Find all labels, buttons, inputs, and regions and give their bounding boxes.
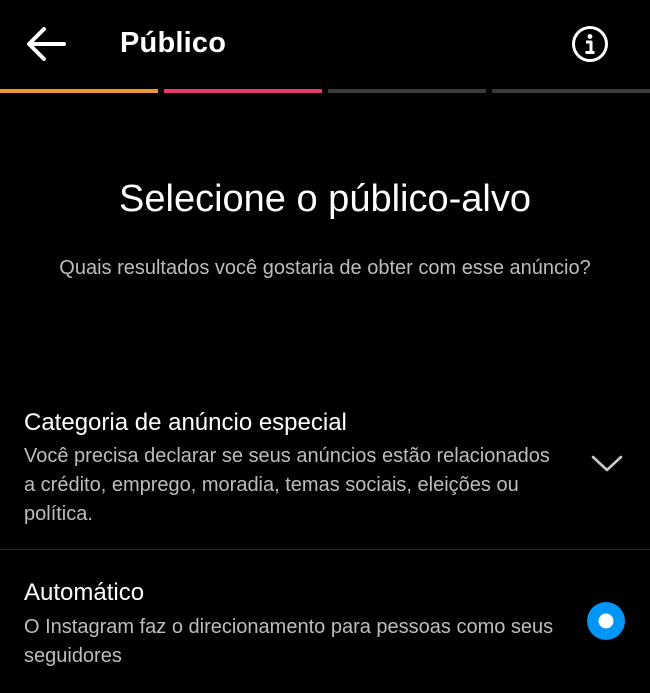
option-description: O Instagram faz o direcionamento para pe… <box>24 616 554 667</box>
progress-segment-1 <box>0 89 158 93</box>
top-bar: Público <box>0 0 650 88</box>
arrow-left-icon <box>27 27 66 61</box>
option-title: Categoria de anúncio especial <box>24 409 347 436</box>
progress-segment-2 <box>164 89 322 93</box>
automatic-audience-option[interactable]: Automático O Instagram faz o direcioname… <box>0 562 650 687</box>
special-ad-category-option[interactable]: Categoria de anúncio especial Você preci… <box>0 400 650 548</box>
option-description: Você precisa declarar se seus anúncios e… <box>24 445 550 525</box>
page-title: Público <box>120 27 227 59</box>
info-button[interactable] <box>570 24 610 64</box>
back-button[interactable] <box>22 22 70 66</box>
progress-segment-3 <box>328 89 486 93</box>
info-circle-icon <box>572 26 608 62</box>
subtitle: Quais resultados você gostaria de obter … <box>59 257 591 279</box>
progress-segment-4 <box>492 89 650 93</box>
chevron-down-icon[interactable] <box>590 452 624 474</box>
headline: Selecione o público-alvo <box>119 178 531 220</box>
step-progress-bar <box>0 89 650 93</box>
radio-button-selected[interactable] <box>586 601 626 641</box>
divider <box>0 549 650 550</box>
option-title: Automático <box>24 579 145 606</box>
